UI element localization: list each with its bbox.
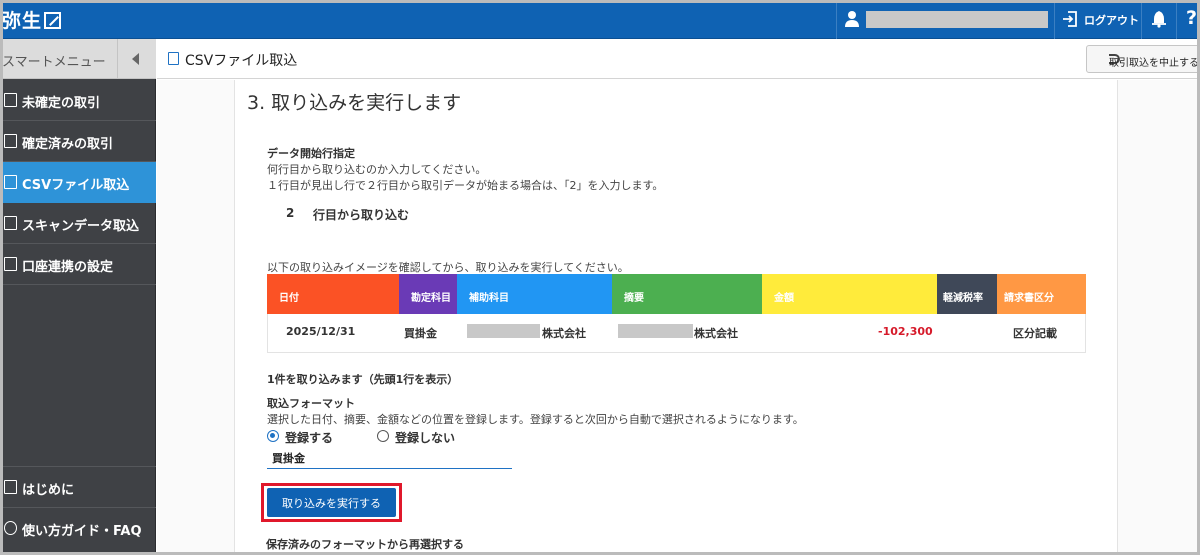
column-header-sub-account[interactable]: 補助科目 (457, 274, 612, 314)
column-header-amount[interactable]: 金額 (762, 274, 937, 314)
sidebar-item-label: 未確定の取引 (22, 96, 101, 111)
help-icon[interactable]: ? (1186, 7, 1197, 29)
logo-text: 弥生 (2, 10, 43, 32)
file-upload-icon (168, 52, 179, 65)
sidebar-item-label: 確定済みの取引 (22, 137, 114, 152)
collapse-chevron-icon[interactable] (117, 39, 155, 79)
sidebar-item-scan-import[interactable]: スキャンデータ取込 (0, 203, 156, 244)
list-icon (4, 93, 17, 107)
no-register-radio[interactable] (377, 430, 389, 442)
execute-import-button[interactable]: 取り込みを実行する (267, 488, 396, 517)
scanner-icon (4, 216, 17, 230)
sidebar-item-label: 口座連携の設定 (22, 260, 114, 275)
start-row-suffix: 行目から取り込む (313, 208, 410, 222)
sidebar-item-confirmed[interactable]: 確定済みの取引 (0, 121, 156, 162)
format-name-input[interactable] (267, 448, 512, 469)
sidebar-item-getting-started[interactable]: はじめに (0, 467, 156, 508)
sidebar-header: スマートメニュー (0, 39, 156, 79)
user-name-redacted (866, 11, 1048, 28)
register-radio[interactable] (267, 430, 279, 442)
bell-icon[interactable] (1151, 10, 1167, 28)
smart-menu-title: スマートメニュー (2, 55, 106, 70)
format-title: 取込フォーマット (267, 397, 355, 410)
reselect-format-link[interactable]: 保存済みのフォーマットから再選択する (266, 536, 464, 552)
start-row-desc: 何行目から取り込むのか入力してください。 (267, 163, 487, 176)
page-title: CSVファイル取込 (185, 53, 298, 69)
column-header-date[interactable]: 日付 (267, 274, 399, 314)
sidebar-item-label: スキャンデータ取込 (22, 219, 140, 234)
cell-amount: -102,300 (878, 325, 933, 338)
sidebar-item-csv-import[interactable]: CSVファイル取込 (0, 162, 156, 203)
question-icon (4, 521, 17, 535)
preview-note: 以下の取り込みイメージを確認してから、取り込みを実行してください。 (267, 261, 629, 274)
sidebar: スマートメニュー 未確定の取引 確定済みの取引 CSVファイル取込 スキャンデー… (0, 39, 156, 555)
divider (1054, 0, 1055, 39)
bank-icon (4, 257, 17, 271)
sidebar-item-label: はじめに (22, 483, 75, 498)
sidebar-item-guide-faq[interactable]: 使い方ガイド・FAQ (0, 508, 156, 549)
register-label[interactable]: 登録する (285, 429, 333, 446)
format-desc: 選択した日付、摘要、金額などの位置を登録します。登録すると次回から自動で選択され… (267, 413, 804, 426)
start-row-title: データ開始行指定 (267, 147, 355, 160)
cell-sub-account: 株式会社 (542, 327, 586, 340)
step-title: 3. 取り込みを実行します (247, 92, 462, 114)
top-bar: 弥生 ログアウト ? (0, 0, 1200, 39)
cell-invoice-type: 区分記載 (1013, 327, 1057, 340)
import-count-note: 1件を取り込みます（先頭1行を表示） (267, 373, 459, 386)
divider (1141, 0, 1142, 39)
sidebar-item-unconfirmed[interactable]: 未確定の取引 (0, 80, 156, 121)
column-header-invoice-type[interactable]: 請求書区分 (997, 274, 1086, 314)
logout-link[interactable]: ログアウト (1084, 12, 1139, 28)
redacted-text (467, 324, 540, 338)
book-icon (4, 480, 17, 494)
cell-description: 株式会社 (694, 327, 738, 340)
checklist-icon (4, 134, 17, 148)
cancel-import-button[interactable]: 取引取込を中止する (1086, 45, 1200, 73)
divider (1176, 0, 1177, 39)
start-row-desc: １行目が見出し行で２行目から取引データが始まる場合は、「2」を入力します。 (267, 179, 664, 192)
column-header-reduced-tax[interactable]: 軽減税率 (937, 274, 997, 314)
file-upload-icon (4, 175, 17, 189)
redacted-text (618, 324, 693, 338)
divider (836, 0, 837, 39)
page-header: CSVファイル取込 取引取込を中止する (157, 39, 1200, 79)
yayoi-logo[interactable]: 弥生 (2, 6, 62, 33)
cancel-import-label: 取引取込を中止する (1109, 58, 1199, 69)
logo-mark-icon (44, 12, 62, 29)
start-row-input[interactable]: 2 (286, 206, 294, 220)
column-header-account[interactable]: 勘定科目 (399, 274, 457, 314)
sidebar-item-bank-link[interactable]: 口座連携の設定 (0, 244, 156, 285)
logout-icon[interactable] (1062, 10, 1078, 28)
sidebar-item-label: 使い方ガイド・FAQ (22, 524, 142, 539)
no-register-label[interactable]: 登録しない (395, 429, 455, 446)
user-icon[interactable] (845, 10, 859, 28)
column-header-description[interactable]: 摘要 (612, 274, 762, 314)
cell-date: 2025/12/31 (286, 325, 356, 338)
cell-account: 買掛金 (404, 327, 437, 340)
sidebar-item-label: CSVファイル取込 (22, 178, 130, 193)
